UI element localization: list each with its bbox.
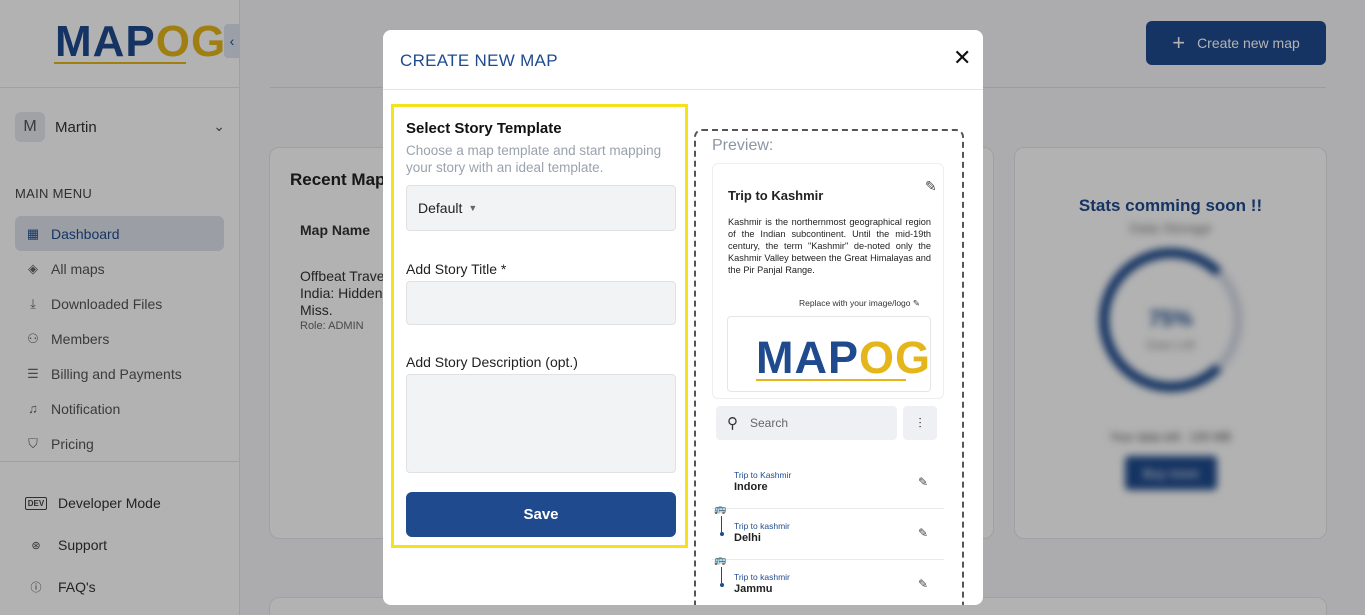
preview-item-subtitle: Trip to Kashmir (734, 470, 792, 480)
story-description-label: Add Story Description (opt.) (406, 354, 578, 370)
route-line (721, 516, 722, 532)
preview-item-subtitle: Trip to kashmir (734, 572, 790, 582)
preview-logo: MAPOG (756, 335, 931, 380)
template-preview: Preview: Trip to Kashmir ✎ Kashmir is th… (694, 129, 964, 605)
caret-down-icon: ▼ (468, 203, 478, 213)
pencil-icon: ✎ (918, 577, 929, 591)
preview-logo-map: MAP (756, 332, 859, 383)
preview-list-item: Trip to Kashmir Indore ✎ (712, 459, 944, 509)
preview-item-name: Delhi (734, 532, 761, 544)
route-line (721, 567, 722, 583)
preview-item-name: Indore (734, 481, 768, 493)
search-icon: ⚲ (727, 415, 738, 432)
create-map-modal: CREATE NEW MAP ✕ Select Story Template C… (383, 30, 983, 605)
pencil-icon: ✎ (918, 526, 929, 540)
preview-list-item: 🚌 Trip to kashmir Jammu ✎ (712, 555, 944, 605)
preview-item-subtitle: Trip to kashmir (734, 521, 790, 531)
preview-logo-box: MAPOG (727, 316, 931, 392)
template-select-value: Default (418, 200, 463, 216)
route-dot (720, 532, 724, 536)
story-form: Select Story Template Choose a map templ… (391, 104, 688, 548)
close-icon[interactable]: ✕ (953, 47, 971, 69)
preview-list-item: 🚌 Trip to kashmir Delhi ✎ (712, 504, 944, 560)
bus-icon: 🚌 (714, 504, 727, 515)
preview-story-description: Kashmir is the northernmost geographical… (728, 217, 931, 275)
preview-replace-logo-text: Replace with your image/logo ✎ (799, 298, 920, 309)
preview-label: Preview: (712, 137, 774, 154)
preview-screen: Trip to Kashmir ✎ Kashmir is the norther… (712, 163, 948, 605)
preview-search-placeholder: Search (750, 416, 789, 430)
story-title-input[interactable] (406, 281, 676, 325)
modal-title: CREATE NEW MAP (400, 51, 558, 70)
pencil-icon: ✎ (925, 178, 937, 194)
pencil-icon: ✎ (912, 298, 921, 308)
save-button[interactable]: Save (406, 492, 676, 537)
pencil-icon: ✎ (918, 475, 929, 489)
bus-icon: 🚌 (714, 555, 727, 566)
template-heading: Select Story Template (406, 120, 562, 137)
preview-logo-underline (756, 379, 906, 381)
story-description-input[interactable] (406, 374, 676, 473)
modal-divider (383, 89, 983, 90)
template-help-text: Choose a map template and start mapping … (406, 143, 662, 175)
preview-search-bar: ⚲ Search (716, 406, 897, 440)
preview-logo-og: OG (859, 332, 932, 383)
preview-story-title: Trip to Kashmir (728, 188, 824, 203)
preview-story-card: Trip to Kashmir ✎ Kashmir is the norther… (712, 163, 944, 399)
filter-icon: ⫶ (903, 406, 937, 440)
replace-logo-label: Replace with your image/logo (799, 298, 911, 308)
preview-item-name: Jammu (734, 583, 773, 595)
route-dot (720, 583, 724, 587)
template-select[interactable]: Default ▼ (406, 185, 676, 231)
story-title-label: Add Story Title * (406, 261, 507, 277)
